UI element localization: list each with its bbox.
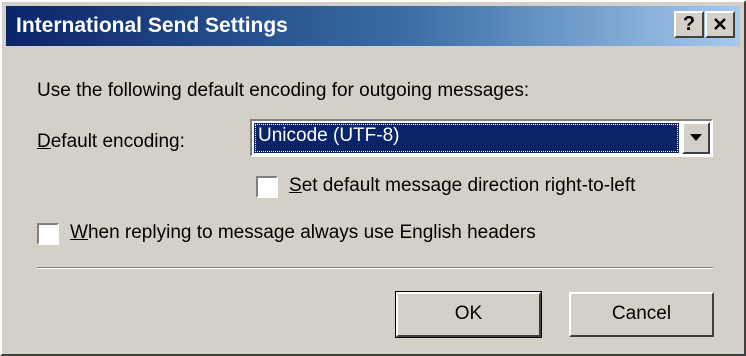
dropdown-button[interactable] [682, 122, 710, 154]
rtl-direction-label-text: et default message direction right-to-le… [301, 175, 636, 196]
english-headers-checkbox[interactable] [37, 223, 59, 245]
english-headers-label[interactable]: When replying to message always use Engl… [70, 221, 536, 245]
window-title: International Send Settings [16, 14, 288, 37]
intro-text: Use the following default encoding for o… [37, 80, 530, 101]
title-bar[interactable]: International Send Settings ? [6, 6, 740, 46]
rtl-direction-accelerator: S [289, 175, 302, 196]
english-headers-label-text: hen replying to message always use Engli… [87, 222, 536, 243]
default-encoding-label-text: efault encoding: [50, 131, 185, 152]
separator [37, 267, 713, 269]
rtl-direction-checkbox[interactable] [256, 176, 278, 198]
dropdown-arrow-icon [690, 134, 702, 141]
close-icon [714, 18, 726, 30]
default-encoding-value[interactable]: Unicode (UTF-8) [254, 123, 679, 153]
default-encoding-label: Default encoding: [37, 130, 185, 154]
help-button[interactable]: ? [674, 11, 704, 38]
english-headers-accelerator: W [70, 222, 88, 243]
rtl-direction-label[interactable]: Set default message direction right-to-l… [289, 174, 635, 198]
cancel-button[interactable]: Cancel [569, 292, 714, 337]
close-button[interactable] [705, 11, 735, 38]
ok-button[interactable]: OK [395, 291, 542, 338]
help-icon: ? [682, 13, 696, 35]
default-encoding-accelerator: D [37, 131, 51, 152]
default-encoding-select[interactable]: Unicode (UTF-8) [250, 119, 713, 157]
international-send-settings-dialog: International Send Settings ? Use the fo… [0, 0, 746, 356]
